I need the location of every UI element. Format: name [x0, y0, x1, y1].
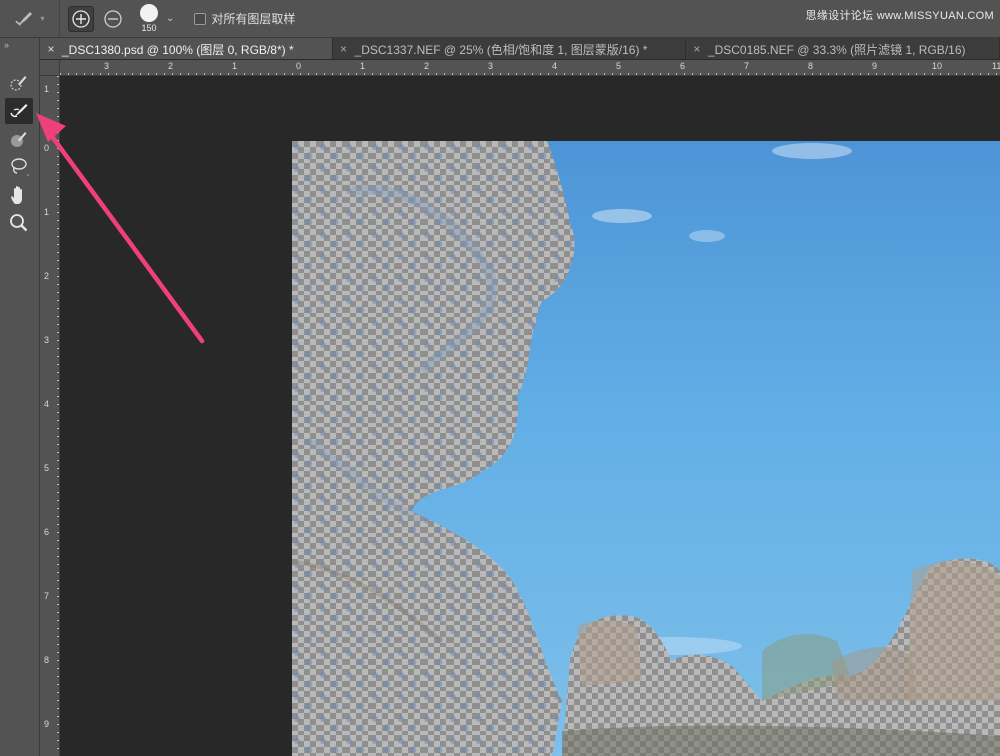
photo-layer — [292, 141, 1000, 756]
canvas-area[interactable] — [60, 76, 1000, 756]
options-bar: ▾ 150 ⌄ 对所有图层取样 思缘设计论坛 www.MISSYUAN.COM — [0, 0, 1000, 38]
tab-title: _DSC1380.psd @ 100% (图层 0, RGB/8*) * — [62, 42, 294, 57]
ruler-label: 5 — [616, 61, 622, 71]
document-image[interactable] — [292, 141, 1000, 756]
ruler-label: 2 — [44, 271, 50, 281]
tab-dsc1380[interactable]: × _DSC1380.psd @ 100% (图层 0, RGB/8*) * — [40, 38, 333, 59]
lasso-icon — [11, 158, 29, 176]
ruler-ticks — [57, 76, 59, 749]
subtract-from-selection-button[interactable] — [100, 6, 126, 32]
ruler-label: 7 — [744, 61, 750, 71]
close-icon[interactable]: × — [686, 42, 708, 56]
horizontal-ruler[interactable]: 3 2 1 0 1 2 3 4 5 6 7 8 9 10 11 — [60, 60, 1000, 76]
refine-edge-brush-icon — [10, 104, 28, 118]
quick-selection-brush-icon — [15, 11, 33, 26]
zoom-tool[interactable] — [5, 210, 33, 236]
ruler-label: 0 — [296, 61, 302, 71]
tab-dsc0185[interactable]: × _DSC0185.NEF @ 33.3% (照片滤镜 1, RGB/16) — [686, 38, 1000, 59]
add-to-selection-icon — [72, 9, 90, 28]
chevron-down-icon[interactable]: ⌄ — [166, 13, 174, 24]
sample-all-layers-label: 对所有图层取样 — [211, 12, 296, 26]
ruler-label: 1 — [360, 61, 366, 71]
close-icon[interactable]: × — [40, 42, 62, 56]
ruler-label: 2 — [168, 61, 174, 71]
ruler-label: 10 — [932, 61, 943, 71]
ruler-label: 7 — [44, 591, 50, 601]
ruler-label: 4 — [44, 399, 50, 409]
brush-size-picker[interactable]: 150 — [140, 0, 158, 38]
close-icon[interactable]: × — [333, 42, 355, 56]
tools-panel: ›› — [0, 38, 40, 756]
brush-tip-preview — [140, 4, 158, 22]
ruler-origin[interactable] — [40, 60, 60, 76]
tab-title: _DSC1337.NEF @ 25% (色相/饱和度 1, 图层蒙版/16) * — [354, 42, 648, 57]
document-tabs: × _DSC1380.psd @ 100% (图层 0, RGB/8*) * ×… — [40, 38, 1000, 60]
zoom-icon — [10, 214, 28, 232]
ruler-label: 1 — [232, 61, 238, 71]
ruler-label: 3 — [104, 61, 110, 71]
sample-all-layers-option[interactable]: 对所有图层取样 — [194, 10, 295, 27]
ruler-ticks — [60, 73, 997, 75]
tab-dsc1337[interactable]: × _DSC1337.NEF @ 25% (色相/饱和度 1, 图层蒙版/16)… — [333, 38, 686, 59]
tab-title: _DSC0185.NEF @ 33.3% (照片滤镜 1, RGB/16) — [707, 42, 966, 57]
ruler-label: 5 — [44, 463, 50, 473]
chevron-down-icon: ▾ — [40, 14, 45, 23]
ruler-label: 3 — [488, 61, 494, 71]
hand-tool[interactable] — [5, 182, 33, 208]
brush-size-value: 150 — [141, 23, 157, 33]
ruler-label: 0 — [44, 143, 50, 153]
ruler-label: 3 — [44, 335, 50, 345]
ruler-label: 1 — [44, 84, 50, 94]
ruler-label: 8 — [808, 61, 814, 71]
ruler-label: 9 — [872, 61, 878, 71]
photoshop-window: ▾ 150 ⌄ 对所有图层取样 思缘设计论坛 www.MISSYUAN.COM … — [0, 0, 1000, 756]
ruler-label: 6 — [680, 61, 686, 71]
quick-selection-tool[interactable] — [5, 70, 33, 96]
sample-all-layers-checkbox[interactable] — [194, 12, 207, 25]
ruler-label: 9 — [44, 719, 50, 729]
subtract-from-selection-icon — [104, 9, 122, 28]
collapse-panel-icon[interactable]: ›› — [4, 40, 9, 50]
quick-selection-icon — [10, 76, 27, 91]
ruler-label: 1 — [44, 207, 50, 217]
selection-mode-group: 150 ⌄ 对所有图层取样 — [60, 0, 303, 38]
brush-tool[interactable] — [5, 126, 33, 152]
site-watermark: 思缘设计论坛 www.MISSYUAN.COM — [805, 10, 994, 22]
ruler-label: 4 — [552, 61, 558, 71]
lasso-tool[interactable] — [5, 154, 33, 180]
brush-icon — [11, 132, 27, 147]
refine-edge-brush-tool[interactable] — [5, 98, 33, 124]
ruler-label: 6 — [44, 527, 50, 537]
ruler-label: 2 — [424, 61, 430, 71]
ruler-label: 8 — [44, 655, 50, 665]
add-to-selection-button[interactable] — [68, 5, 94, 32]
hand-icon — [11, 186, 22, 204]
vertical-ruler[interactable]: 1 0 1 2 3 4 5 6 7 8 9 — [40, 76, 60, 756]
ruler-label: 11 — [992, 61, 1000, 71]
tool-preset-picker[interactable]: ▾ — [0, 0, 60, 38]
